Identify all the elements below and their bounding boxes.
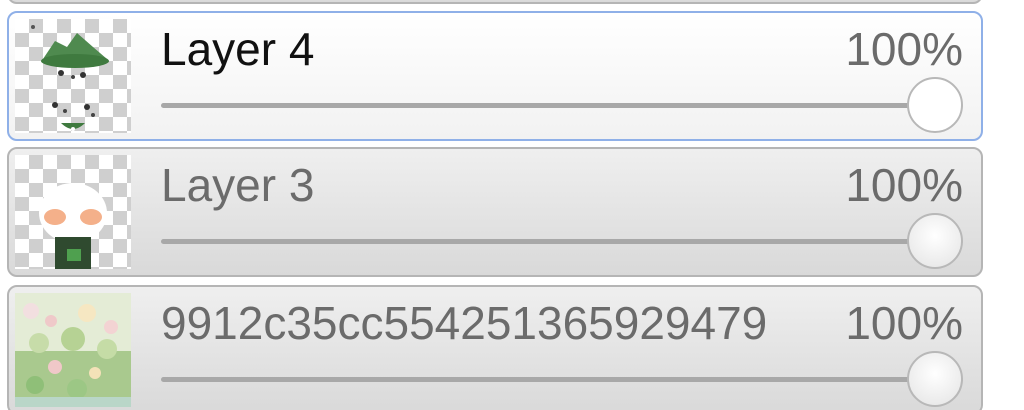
layer-row[interactable]: Layer 3 100% (7, 147, 983, 277)
character-hat-sketch-icon (31, 25, 109, 131)
opacity-slider-knob[interactable] (907, 77, 963, 133)
opacity-slider-knob[interactable] (907, 351, 963, 407)
opacity-slider-track[interactable] (161, 103, 963, 108)
layers-panel: Layer 4 100% Layer 3 100% 9912c35cc55425… (0, 0, 1024, 410)
layer-opacity-value: 100% (845, 297, 963, 349)
opacity-slider-track[interactable] (161, 239, 963, 244)
layer-opacity-value: 100% (845, 23, 963, 75)
layer-row[interactable]: Layer 4 100% (7, 11, 983, 141)
layer-thumbnail[interactable] (15, 155, 131, 269)
layer-opacity-value: 100% (845, 159, 963, 211)
layer-row-partial[interactable] (7, 0, 983, 4)
layer-thumbnail[interactable] (15, 19, 131, 133)
layer-row[interactable]: 9912c35cc554251365929479 100% (7, 285, 983, 410)
character-white-face-icon (39, 183, 107, 269)
opacity-slider[interactable] (161, 77, 963, 133)
layer-name[interactable]: Layer 4 (161, 23, 831, 75)
opacity-slider-track[interactable] (161, 377, 963, 382)
flower-field-background-icon (15, 293, 131, 407)
layer-name[interactable]: 9912c35cc554251365929479 (161, 297, 831, 349)
opacity-slider-knob[interactable] (907, 213, 963, 269)
layer-name[interactable]: Layer 3 (161, 159, 831, 211)
layer-thumbnail[interactable] (15, 293, 131, 407)
opacity-slider[interactable] (161, 213, 963, 269)
opacity-slider[interactable] (161, 351, 963, 407)
